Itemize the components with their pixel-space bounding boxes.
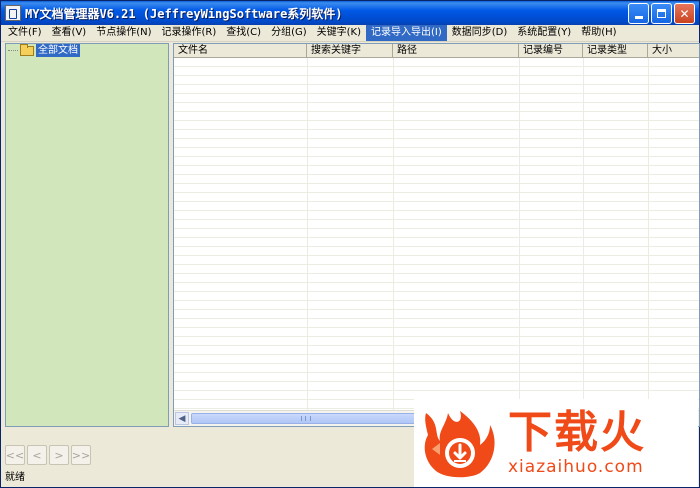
window-controls: ✕ (628, 3, 695, 24)
menu-group[interactable]: 分组(G) (266, 25, 312, 41)
column-filename[interactable]: 文件名 (174, 44, 307, 58)
prev-record-button[interactable]: < (27, 445, 47, 465)
tree-item-label: 全部文档 (36, 44, 80, 57)
menu-keyword[interactable]: 关键字(K) (312, 25, 366, 41)
menu-find[interactable]: 查找(C) (221, 25, 266, 41)
flame-logo-icon (420, 405, 498, 481)
grid-line (583, 58, 584, 413)
minimize-icon (634, 16, 643, 19)
column-size[interactable]: 大小 (648, 44, 699, 58)
tree-item-all-docs[interactable]: 全部文档 (8, 43, 80, 57)
watermark-text: 下载火 xiazaihuo.com (508, 407, 646, 478)
next-record-button[interactable]: > (49, 445, 69, 465)
menu-help[interactable]: 帮助(H) (576, 25, 621, 41)
record-list[interactable]: 文件名 搜索关键字 路径 记录编号 记录类型 大小 ◀ (173, 43, 700, 427)
menu-import-export[interactable]: 记录导入导出(I) (366, 25, 447, 41)
folder-icon (20, 43, 34, 56)
close-button[interactable]: ✕ (674, 3, 695, 24)
menu-bar: 文件(F) 查看(V) 节点操作(N) 记录操作(R) 查找(C) 分组(G) … (1, 25, 699, 42)
scroll-thumb[interactable] (191, 413, 421, 424)
first-record-button[interactable]: << (5, 445, 25, 465)
column-path[interactable]: 路径 (393, 44, 519, 58)
last-record-button[interactable]: >> (71, 445, 91, 465)
watermark-overlay: 下载火 xiazaihuo.com (414, 399, 698, 487)
app-window: MY文档管理器V6.21 (JeffreyWingSoftware系列软件) ✕… (0, 0, 700, 488)
menu-file[interactable]: 文件(F) (3, 25, 47, 41)
scroll-left-arrow-icon[interactable]: ◀ (175, 412, 189, 425)
column-keywords[interactable]: 搜索关键字 (307, 44, 393, 58)
grip-icon (301, 416, 311, 421)
record-navigation: << < > >> (5, 445, 91, 465)
minimize-button[interactable] (628, 3, 649, 24)
title-bar[interactable]: MY文档管理器V6.21 (JeffreyWingSoftware系列软件) ✕ (1, 1, 699, 25)
window-title: MY文档管理器V6.21 (JeffreyWingSoftware系列软件) (25, 6, 343, 21)
grid-line (307, 58, 308, 413)
watermark-brand: 下载火 (508, 407, 646, 458)
close-icon: ✕ (679, 6, 690, 21)
list-header: 文件名 搜索关键字 路径 记录编号 记录类型 大小 (174, 44, 699, 58)
status-text: 就绪 (5, 472, 25, 483)
column-record-id[interactable]: 记录编号 (519, 44, 583, 58)
document-tree[interactable]: 全部文档 (5, 43, 169, 427)
list-grid (174, 58, 699, 413)
menu-sync[interactable]: 数据同步(D) (447, 25, 513, 41)
column-record-type[interactable]: 记录类型 (583, 44, 648, 58)
grid-line (519, 58, 520, 413)
menu-view[interactable]: 查看(V) (47, 25, 92, 41)
tree-connector (8, 50, 18, 51)
maximize-button[interactable] (651, 3, 672, 24)
watermark-url: xiazaihuo.com (508, 457, 644, 477)
menu-node[interactable]: 节点操作(N) (91, 25, 156, 41)
app-icon[interactable] (5, 5, 21, 21)
maximize-icon (657, 9, 666, 18)
grid-line (393, 58, 394, 413)
menu-config[interactable]: 系统配置(Y) (512, 25, 576, 41)
menu-record[interactable]: 记录操作(R) (157, 25, 222, 41)
grid-line (648, 58, 649, 413)
